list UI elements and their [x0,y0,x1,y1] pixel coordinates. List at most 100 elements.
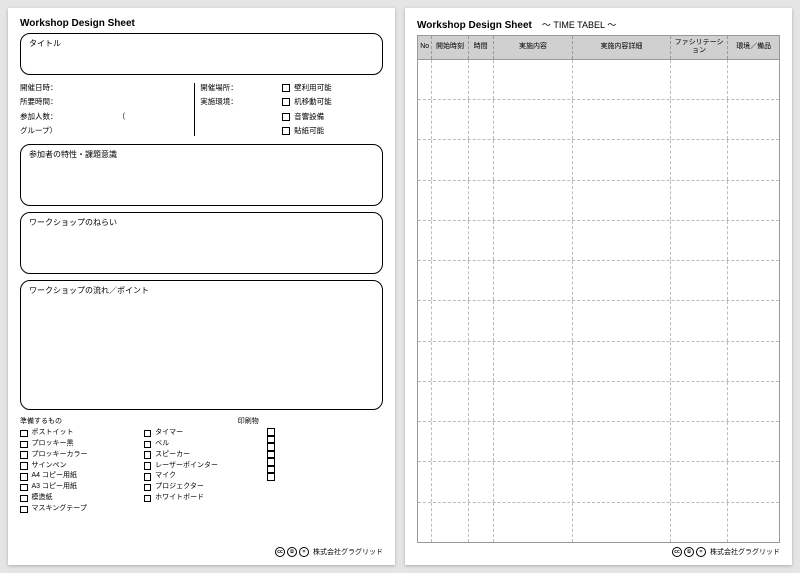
env-check-item[interactable]: 貼紙可能 [282,124,383,138]
table-cell[interactable] [418,221,432,260]
print-item[interactable] [267,458,383,466]
table-cell[interactable] [494,60,573,99]
table-cell[interactable] [671,181,729,220]
table-row[interactable] [418,60,779,100]
table-cell[interactable] [418,60,432,99]
table-cell[interactable] [573,422,670,461]
table-cell[interactable] [418,100,432,139]
table-cell[interactable] [728,422,779,461]
table-cell[interactable] [573,181,670,220]
table-cell[interactable] [418,382,432,421]
table-cell[interactable] [573,261,670,300]
table-cell[interactable] [418,422,432,461]
table-cell[interactable] [418,301,432,340]
table-cell[interactable] [728,342,779,381]
print-item[interactable] [267,436,383,444]
table-cell[interactable] [418,140,432,179]
table-cell[interactable] [671,462,729,501]
table-cell[interactable] [432,221,468,260]
table-row[interactable] [418,140,779,180]
prep-item[interactable]: タイマー [144,428,260,439]
table-cell[interactable] [671,261,729,300]
table-cell[interactable] [418,342,432,381]
table-cell[interactable] [671,503,729,542]
table-cell[interactable] [469,301,494,340]
print-item[interactable] [267,451,383,459]
table-cell[interactable] [728,140,779,179]
table-cell[interactable] [469,422,494,461]
table-cell[interactable] [469,60,494,99]
table-cell[interactable] [671,342,729,381]
flow-box[interactable]: ワークショップの流れ／ポイント [20,280,383,410]
table-cell[interactable] [494,382,573,421]
table-cell[interactable] [432,462,468,501]
table-cell[interactable] [432,422,468,461]
table-cell[interactable] [671,422,729,461]
table-cell[interactable] [671,301,729,340]
prep-item[interactable]: プロジェクター [144,482,260,493]
print-item[interactable] [267,466,383,474]
env-check-item[interactable]: 音響設備 [282,110,383,124]
table-cell[interactable] [432,342,468,381]
table-cell[interactable] [469,140,494,179]
table-cell[interactable] [494,181,573,220]
table-cell[interactable] [494,301,573,340]
table-row[interactable] [418,503,779,542]
prep-item[interactable]: マスキングテープ [20,504,136,515]
table-cell[interactable] [494,422,573,461]
prep-item[interactable]: プロッキーカラー [20,450,136,461]
table-cell[interactable] [469,100,494,139]
table-cell[interactable] [432,503,468,542]
table-cell[interactable] [728,100,779,139]
table-cell[interactable] [494,221,573,260]
table-cell[interactable] [573,100,670,139]
table-cell[interactable] [432,301,468,340]
table-cell[interactable] [494,140,573,179]
table-cell[interactable] [432,382,468,421]
table-cell[interactable] [728,301,779,340]
table-row[interactable] [418,301,779,341]
table-cell[interactable] [573,342,670,381]
table-cell[interactable] [573,462,670,501]
table-cell[interactable] [573,301,670,340]
table-cell[interactable] [671,140,729,179]
prep-item[interactable]: ホワイトボード [144,493,260,504]
table-cell[interactable] [728,181,779,220]
prep-item[interactable]: 模造紙 [20,493,136,504]
characteristics-box[interactable]: 参加者の特性・課題意識 [20,144,383,206]
table-cell[interactable] [573,140,670,179]
table-cell[interactable] [573,503,670,542]
table-cell[interactable] [494,100,573,139]
table-cell[interactable] [728,382,779,421]
prep-item[interactable]: サインペン [20,461,136,472]
print-item[interactable] [267,473,383,481]
table-cell[interactable] [432,140,468,179]
table-cell[interactable] [573,382,670,421]
table-cell[interactable] [469,503,494,542]
prep-item[interactable]: A4 コピー用紙 [20,471,136,482]
table-cell[interactable] [432,261,468,300]
table-cell[interactable] [573,60,670,99]
table-row[interactable] [418,221,779,261]
table-cell[interactable] [728,462,779,501]
table-row[interactable] [418,261,779,301]
table-cell[interactable] [469,221,494,260]
table-row[interactable] [418,342,779,382]
table-cell[interactable] [728,221,779,260]
table-cell[interactable] [671,221,729,260]
table-cell[interactable] [432,100,468,139]
table-cell[interactable] [494,261,573,300]
table-cell[interactable] [671,100,729,139]
table-row[interactable] [418,422,779,462]
prep-item[interactable]: マイク [144,471,260,482]
prep-item[interactable]: スピーカー [144,450,260,461]
table-row[interactable] [418,181,779,221]
table-cell[interactable] [432,60,468,99]
table-cell[interactable] [469,462,494,501]
table-cell[interactable] [418,503,432,542]
prep-item[interactable]: レーザーポインター [144,461,260,472]
table-cell[interactable] [469,261,494,300]
prep-item[interactable]: A3 コピー用紙 [20,482,136,493]
print-item[interactable] [267,443,383,451]
aim-box[interactable]: ワークショップのねらい [20,212,383,274]
